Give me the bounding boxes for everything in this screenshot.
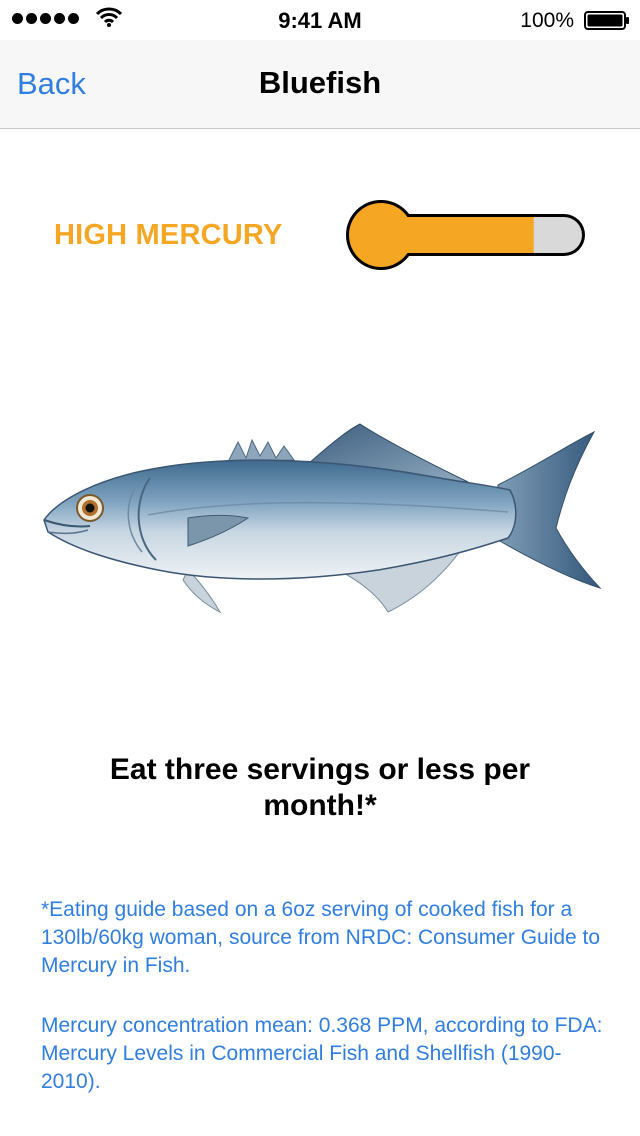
mercury-level-label: HIGH MERCURY — [54, 219, 283, 251]
bluefish-illustration — [43, 423, 602, 614]
battery-percentage: 100% — [520, 9, 574, 32]
eating-guide-note: *Eating guide based on a 6oz serving of … — [41, 898, 601, 977]
battery-icon — [584, 11, 629, 30]
navigation-bar: Back Bluefish — [0, 40, 640, 129]
status-bar: 9:41 AM 100% — [0, 0, 640, 40]
serving-advice: Eat three servings or less per month!* — [109, 753, 531, 822]
gauge-bulb — [349, 203, 413, 267]
page-title: Bluefish — [258, 65, 382, 100]
mercury-concentration-note: Mercury concentration mean: 0.368 PPM, a… — [41, 1014, 603, 1093]
mercury-thermometer-gauge — [346, 200, 585, 270]
